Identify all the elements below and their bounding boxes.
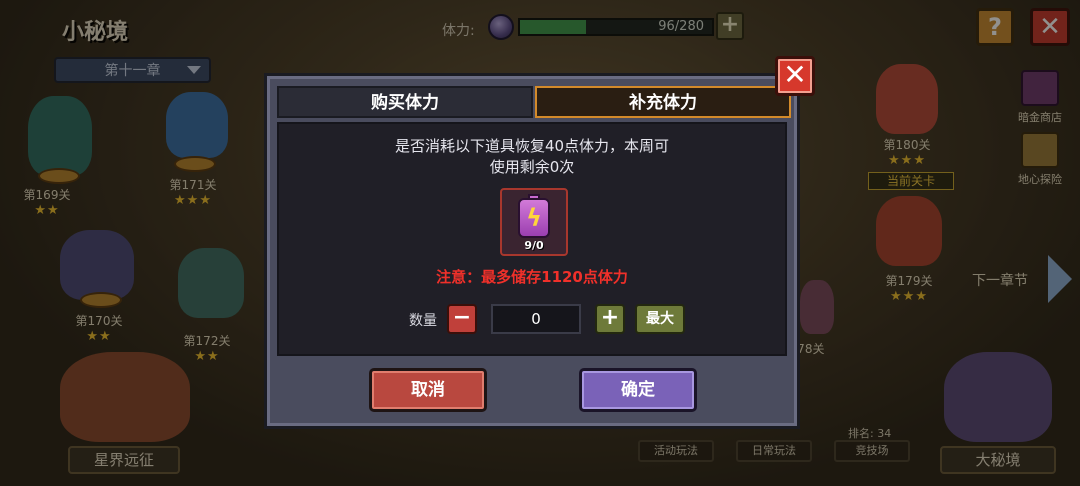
tab-buy-stamina[interactable]: 购买体力: [277, 86, 533, 118]
battery-icon: ϟ: [518, 198, 550, 238]
stamina-item-slot[interactable]: ϟ 9/0: [500, 188, 568, 256]
lightning-bolt-icon: ϟ: [526, 204, 542, 232]
decrease-quantity-button[interactable]: −: [447, 304, 477, 334]
stamina-dialog: 购买体力 补充体力 是否消耗以下道具恢复40点体力，本周可 使用剩余0次 ϟ 9…: [264, 73, 800, 429]
game-screen: 第169关 ★★ 第171关 ★★★ 第170关 ★★ 第172关 ★★ 第18…: [0, 0, 1080, 486]
storage-warning: 注意：最多储存1120点体力: [436, 268, 628, 286]
tab-refill-stamina[interactable]: 补充体力: [535, 86, 791, 118]
item-count: 9/0: [524, 239, 544, 252]
dialog-content: 是否消耗以下道具恢复40点体力，本周可 使用剩余0次 ϟ 9/0 注意：最多储存…: [277, 122, 787, 356]
dialog-message-line1: 是否消耗以下道具恢复40点体力，本周可: [394, 137, 670, 155]
quantity-input[interactable]: 0: [491, 304, 581, 334]
max-quantity-button[interactable]: 最大: [635, 304, 685, 334]
confirm-button[interactable]: 确定: [579, 368, 697, 412]
increase-quantity-button[interactable]: +: [595, 304, 625, 334]
dialog-message: 是否消耗以下道具恢复40点体力，本周可 使用剩余0次: [279, 136, 785, 178]
quantity-label: 数量: [409, 313, 437, 329]
dialog-message-line2: 使用剩余0次: [489, 158, 575, 176]
cancel-button[interactable]: 取消: [369, 368, 487, 412]
dialog-close-button[interactable]: ✕: [775, 56, 815, 96]
